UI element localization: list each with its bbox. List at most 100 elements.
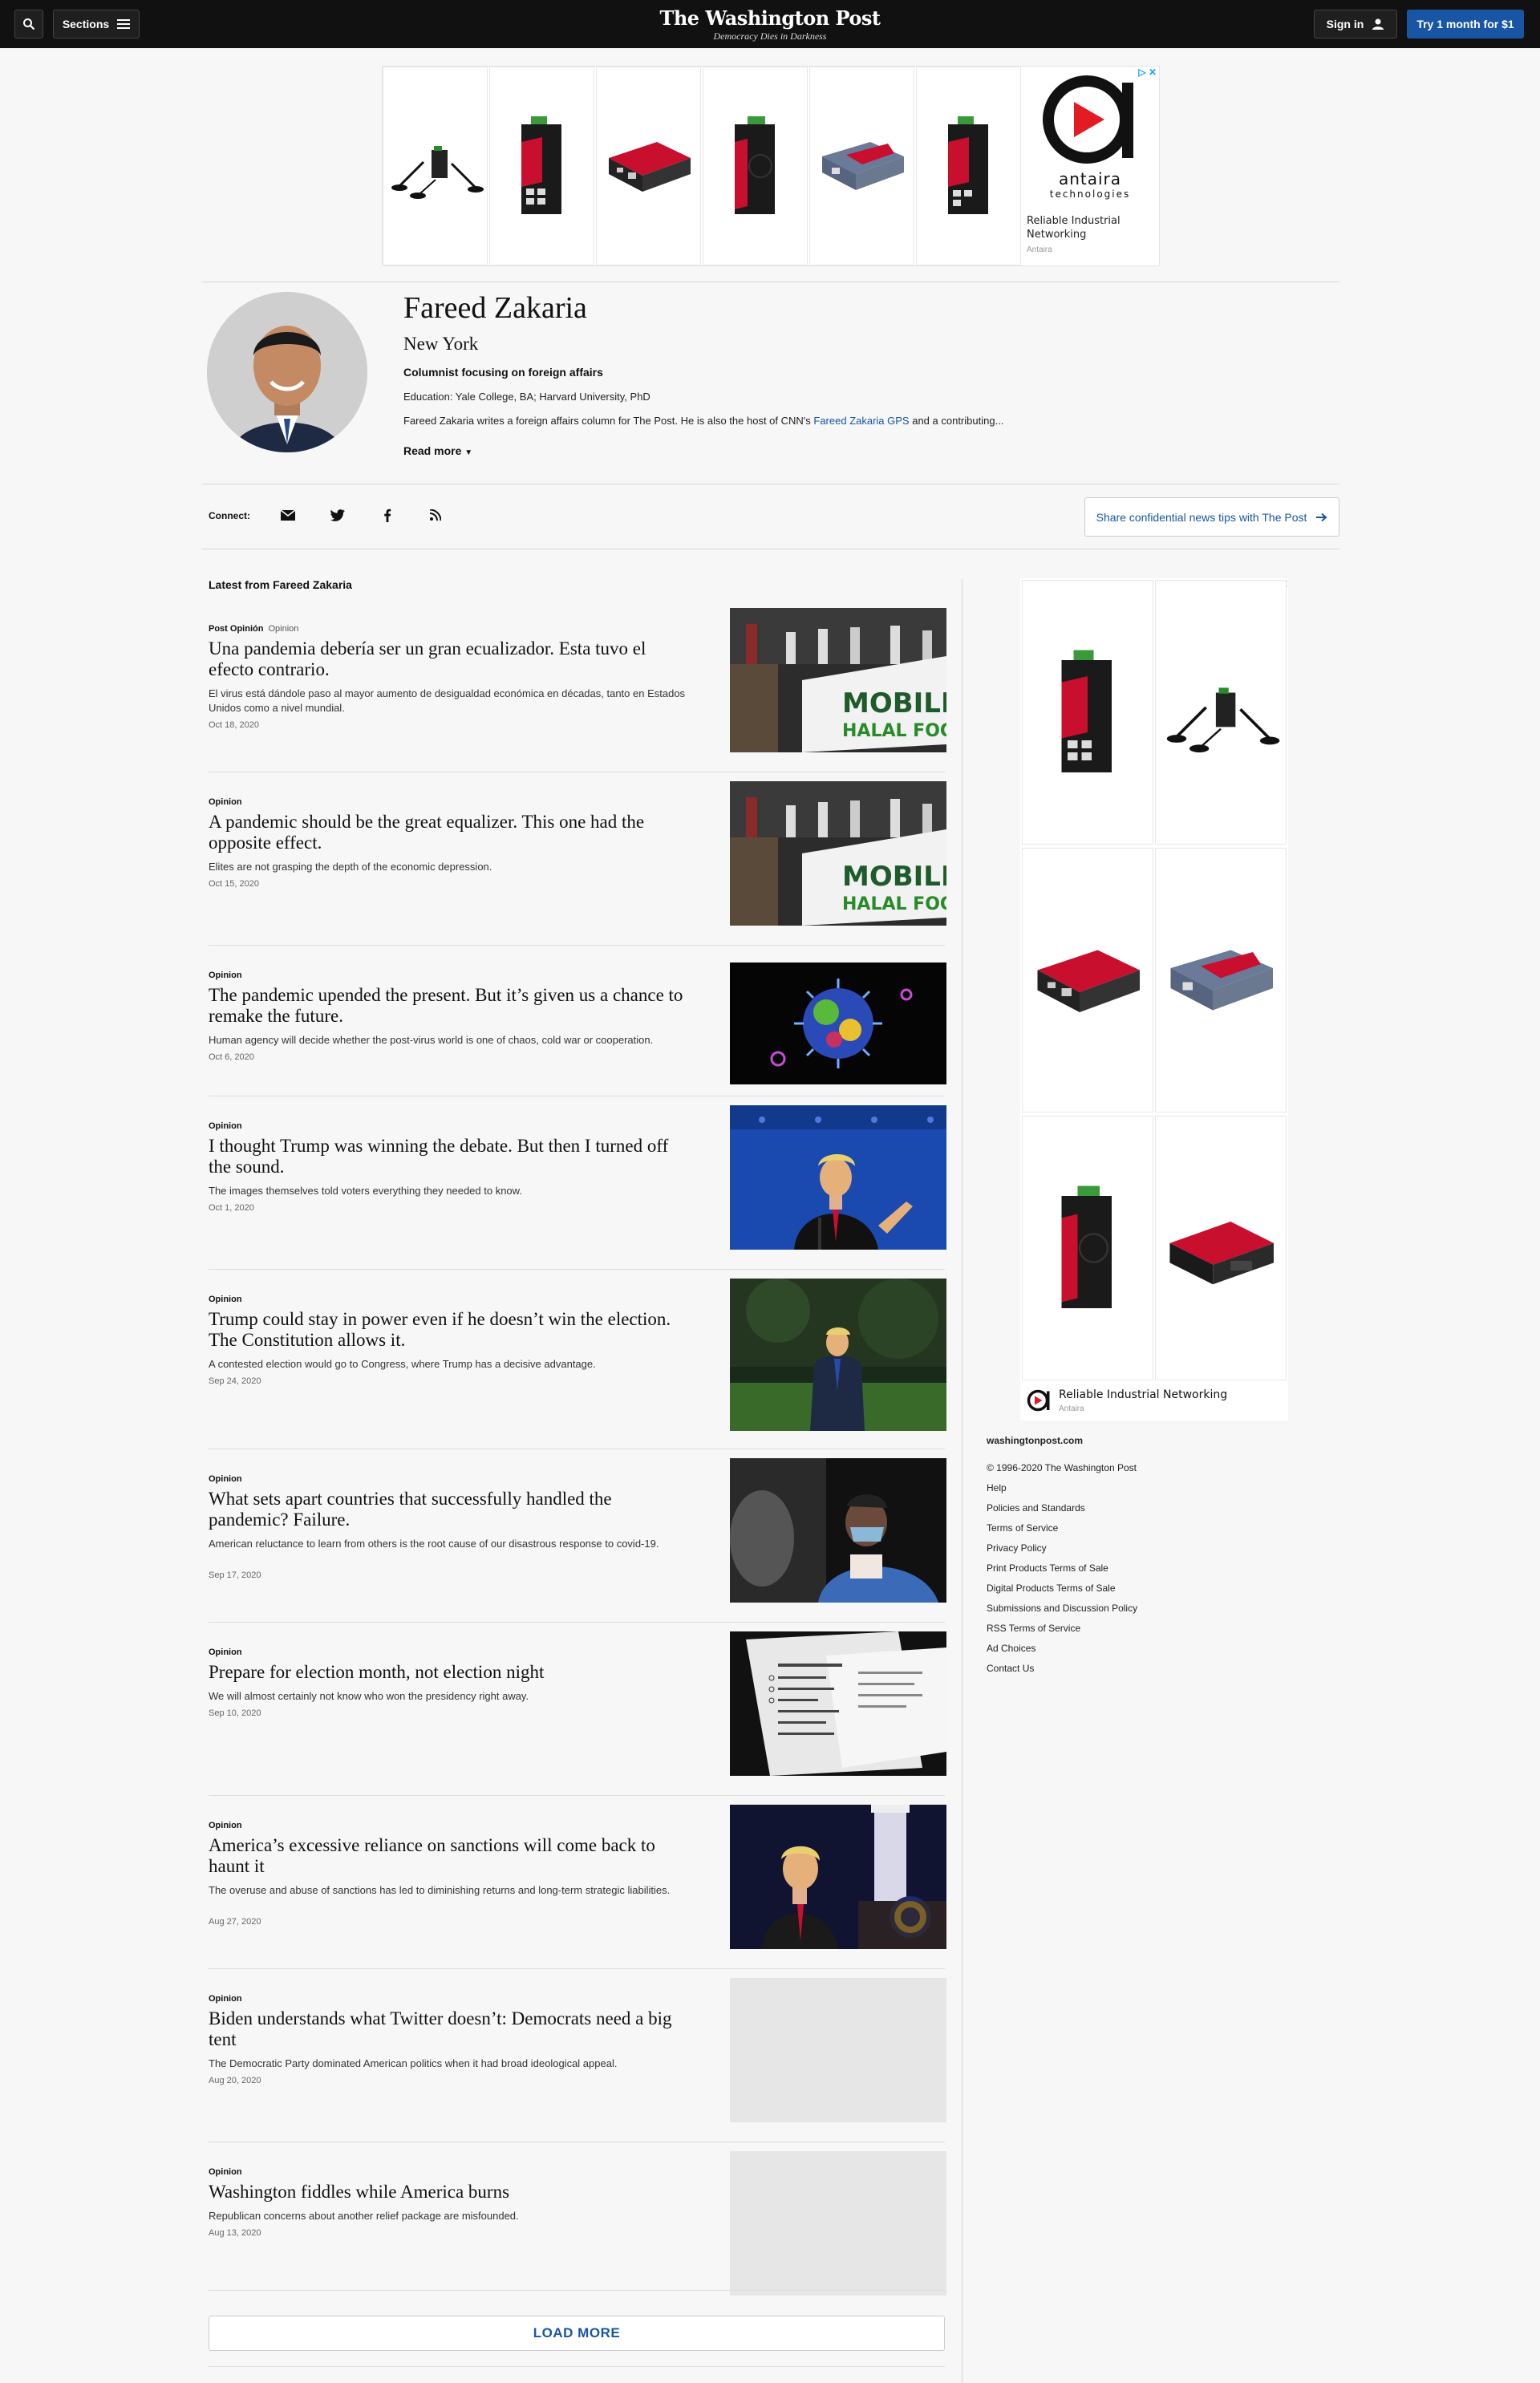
- article-thumbnail[interactable]: [730, 1978, 946, 2122]
- ad-product-tile[interactable]: [1022, 580, 1153, 845]
- footer-link[interactable]: Terms of Service: [987, 1518, 1137, 1538]
- article-kicker-label: Opinion: [209, 1821, 242, 1830]
- article-headline[interactable]: I thought Trump was winning the debate. …: [209, 1136, 690, 1177]
- ad-product-tile[interactable]: [1155, 1116, 1287, 1380]
- article-kicker[interactable]: Opinion: [209, 1474, 242, 1484]
- article-kicker-label: Opinion: [209, 1474, 242, 1484]
- article-headline[interactable]: A pandemic should be the great equalizer…: [209, 812, 690, 853]
- gps-link[interactable]: Fareed Zakaria GPS: [813, 415, 909, 427]
- switch-image: [521, 116, 561, 214]
- email-icon[interactable]: [279, 507, 297, 523]
- menu-icon: [117, 19, 131, 29]
- footer-site-name[interactable]: washingtonpost.com: [987, 1431, 1137, 1451]
- ad-product-tile[interactable]: [383, 67, 488, 265]
- ad-product-tile[interactable]: [489, 67, 594, 265]
- load-more-button[interactable]: LOAD MORE: [209, 2316, 945, 2351]
- article-headline[interactable]: Una pandemia debería ser un gran ecualiz…: [209, 638, 690, 680]
- masthead-logo[interactable]: The Washington Post Democracy Dies in Da…: [610, 6, 930, 43]
- article-kicker-label: Opinion: [209, 1994, 242, 2004]
- article-headline[interactable]: Biden understands what Twitter doesn’t: …: [209, 2008, 690, 2050]
- bio-text: Fareed Zakaria writes a foreign affairs …: [403, 415, 814, 427]
- ad-product-tile[interactable]: [1155, 848, 1287, 1112]
- ad-product-tile[interactable]: [1022, 848, 1153, 1112]
- svg-text:MOBILE: MOBILE: [842, 861, 946, 893]
- article-thumbnail[interactable]: MOBILEHALAL FOOD: [730, 781, 946, 926]
- footer-link: © 1996-2020 The Washington Post: [987, 1462, 1137, 1473]
- facebook-icon[interactable]: [379, 507, 396, 523]
- ad-brand-panel[interactable]: antaira technologies Reliable Industrial…: [1022, 67, 1158, 265]
- footer-link[interactable]: Ad Choices: [987, 1639, 1137, 1659]
- top-advertisement[interactable]: antaira technologies Reliable Industrial…: [382, 66, 1160, 266]
- article-kicker[interactable]: Opinion: [209, 971, 242, 980]
- article-date: Sep 10, 2020: [209, 1708, 261, 1718]
- divider: [209, 1622, 945, 1623]
- twitter-icon[interactable]: [329, 507, 346, 523]
- ad-brand-word: antaira: [1058, 169, 1122, 188]
- article-kicker[interactable]: Opinion: [209, 797, 242, 807]
- article-kicker[interactable]: Opinion: [209, 1647, 242, 1657]
- article-kicker[interactable]: Opinion: [209, 1821, 242, 1830]
- svg-text:MOBILE: MOBILE: [842, 687, 946, 719]
- footer-link[interactable]: Contact Us: [987, 1659, 1137, 1679]
- sign-in-button[interactable]: Sign in: [1314, 10, 1397, 39]
- article-thumbnail[interactable]: [730, 1458, 946, 1603]
- article-headline[interactable]: America’s excessive reliance on sanction…: [209, 1835, 690, 1877]
- ad-product-tile[interactable]: [1022, 1116, 1153, 1380]
- divider: [209, 2290, 945, 2291]
- sign-in-label: Sign in: [1326, 18, 1364, 30]
- ad-footer[interactable]: Reliable Industrial Networking Antaira: [1020, 1384, 1288, 1419]
- article-headline[interactable]: The pandemic upended the present. But it…: [209, 985, 690, 1027]
- article-headline[interactable]: Prepare for election month, not election…: [209, 1662, 690, 1683]
- article-thumbnail[interactable]: [730, 1279, 946, 1431]
- article-kicker[interactable]: Opinion: [209, 1121, 242, 1131]
- converter-image: [1037, 950, 1140, 1012]
- ad-product-tile[interactable]: [916, 67, 1021, 265]
- ad-product-tile[interactable]: [809, 67, 914, 265]
- connect-label: Connect:: [209, 510, 250, 521]
- article-kicker[interactable]: Opinion: [209, 1994, 242, 2004]
- rss-icon[interactable]: [427, 507, 444, 523]
- ad-product-tile[interactable]: [596, 67, 701, 265]
- article-thumbnail[interactable]: [730, 1805, 946, 1949]
- article-headline[interactable]: Trump could stay in power even if he doe…: [209, 1309, 690, 1351]
- footer-link[interactable]: Policies and Standards: [987, 1498, 1137, 1518]
- article-kicker[interactable]: Opinion: [209, 2167, 242, 2177]
- sections-button[interactable]: Sections: [53, 10, 140, 39]
- divider: [209, 1968, 945, 1969]
- antaira-logo-icon: [1043, 75, 1133, 164]
- footer-link[interactable]: RSS Terms of Service: [987, 1619, 1137, 1639]
- footer-link[interactable]: Print Products Terms of Sale: [987, 1558, 1137, 1579]
- author-name: Fareed Zakaria: [403, 291, 587, 325]
- article-thumbnail[interactable]: [730, 1105, 946, 1250]
- article-kicker-label: Opinion: [209, 1647, 242, 1657]
- article-headline[interactable]: What sets apart countries that successfu…: [209, 1489, 690, 1530]
- read-more-button[interactable]: Read more ▼: [403, 444, 472, 457]
- article-date: Sep 24, 2020: [209, 1376, 261, 1386]
- article-thumbnail[interactable]: [730, 1631, 946, 1776]
- article-kicker[interactable]: Opinion: [209, 1295, 242, 1304]
- article-thumbnail[interactable]: [730, 963, 946, 1084]
- subscribe-button[interactable]: Try 1 month for $1: [1407, 10, 1524, 39]
- footer-link[interactable]: Privacy Policy: [987, 1538, 1137, 1558]
- article-thumbnail[interactable]: MOBILEHALAL FOOD: [730, 608, 946, 752]
- article-date: Oct 6, 2020: [209, 1052, 254, 1062]
- bio-text-end: and a contributing...: [909, 415, 1004, 427]
- search-button[interactable]: [14, 10, 43, 39]
- ad-choices-icon[interactable]: ▷ ✕: [1138, 67, 1157, 78]
- converter-image: [608, 142, 691, 192]
- ad-product-tile[interactable]: [1155, 580, 1287, 845]
- author-avatar: [207, 292, 367, 452]
- search-icon: [23, 18, 35, 30]
- ad-product-tile[interactable]: [703, 67, 808, 265]
- article-date: Oct 15, 2020: [209, 879, 259, 889]
- footer-link[interactable]: Submissions and Discussion Policy: [987, 1599, 1137, 1619]
- sidebar-advertisement[interactable]: ▷ ✕ Reliable Industrial Networking Antai…: [1020, 578, 1288, 1420]
- article-blurb: The Democratic Party dominated American …: [209, 2057, 618, 2069]
- article-kicker[interactable]: Post Opinión Opinion: [209, 624, 298, 634]
- article-thumbnail[interactable]: [730, 2151, 946, 2296]
- news-tips-button[interactable]: Share confidential news tips with The Po…: [1084, 497, 1339, 537]
- ad-brand-sub: technologies: [1049, 188, 1131, 200]
- article-headline[interactable]: Washington fiddles while America burns: [209, 2182, 690, 2203]
- footer-link[interactable]: Digital Products Terms of Sale: [987, 1579, 1137, 1599]
- footer-link[interactable]: Help: [987, 1478, 1137, 1498]
